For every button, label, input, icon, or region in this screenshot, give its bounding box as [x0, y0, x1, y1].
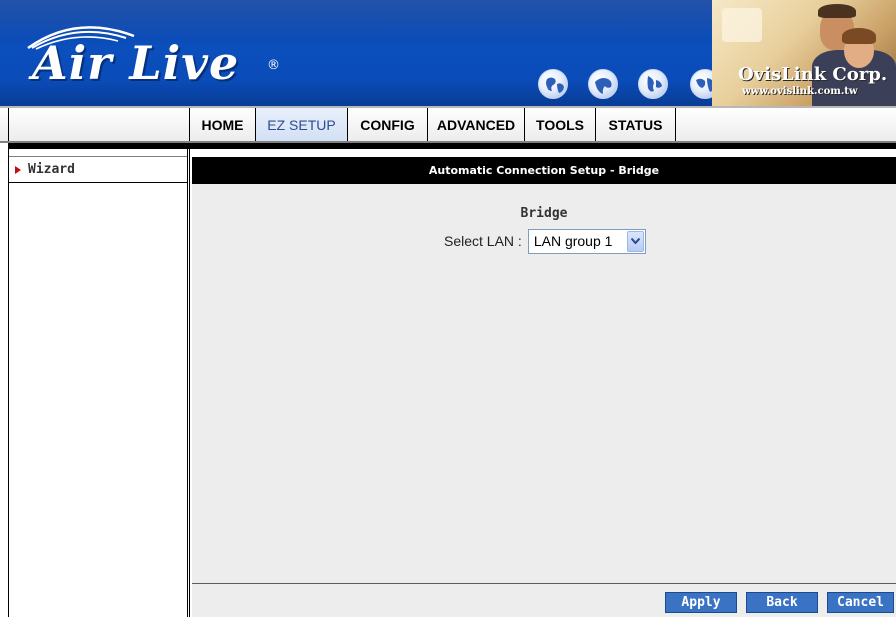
select-lan-label: Select LAN :	[444, 233, 522, 249]
nav-left-spacer	[8, 108, 190, 141]
back-button[interactable]: Back	[746, 592, 818, 613]
select-lan-row: Select LAN : LAN group 1	[444, 228, 646, 254]
nav-bar: HOME EZ SETUP CONFIG ADVANCED TOOLS STAT…	[0, 106, 896, 143]
header-banner: Air Live ® OvisLink Corp. www.ovislink.c…	[0, 0, 896, 106]
globe-icon	[638, 69, 668, 99]
photo-hair-child	[842, 28, 876, 44]
chevron-down-icon[interactable]	[626, 230, 644, 252]
photo-hair-adult	[818, 4, 856, 18]
corp-name: OvisLink Corp.	[738, 64, 888, 85]
tab-home[interactable]: HOME	[190, 108, 256, 141]
sidebar: Wizard	[8, 149, 190, 617]
tab-tools[interactable]: TOOLS	[525, 108, 596, 141]
tab-advanced[interactable]: ADVANCED	[428, 108, 525, 141]
select-lan-dropdown[interactable]: LAN group 1	[527, 228, 646, 254]
sidebar-gap	[9, 149, 187, 157]
apply-button[interactable]: Apply	[665, 592, 737, 613]
content-gap	[192, 149, 896, 157]
corp-url: www.ovislink.com.tw	[742, 86, 858, 97]
cancel-button[interactable]: Cancel	[827, 592, 894, 613]
photo-lamp	[722, 8, 762, 42]
airlive-logo: Air Live	[32, 36, 240, 90]
section-title: Bridge	[520, 206, 568, 221]
select-lan-value: LAN group 1	[533, 232, 613, 249]
main-content: Automatic Connection Setup - Bridge Brid…	[192, 149, 896, 617]
registered-mark: ®	[267, 58, 280, 73]
page-title: Automatic Connection Setup - Bridge	[192, 157, 896, 184]
tab-ez-setup[interactable]: EZ SETUP	[256, 108, 348, 141]
sidebar-item-wizard[interactable]: Wizard	[9, 157, 187, 183]
nav-tabs: HOME EZ SETUP CONFIG ADVANCED TOOLS STAT…	[190, 108, 676, 141]
sidebar-item-label: Wizard	[28, 162, 75, 177]
button-bar: Apply Back Cancel	[192, 583, 896, 617]
globe-icon	[538, 69, 568, 99]
triangle-right-icon	[15, 165, 21, 174]
tab-status[interactable]: STATUS	[596, 108, 676, 141]
globe-icon	[588, 69, 618, 99]
tab-config[interactable]: CONFIG	[348, 108, 428, 141]
